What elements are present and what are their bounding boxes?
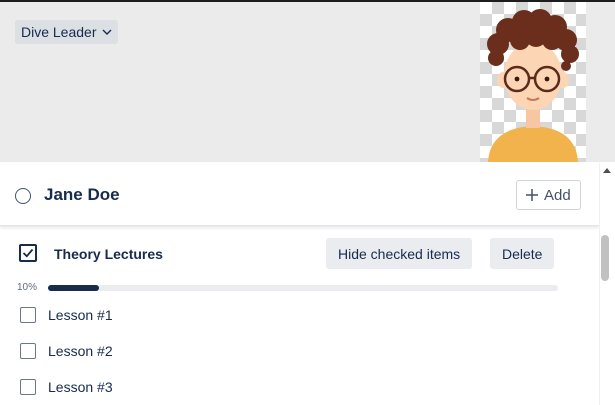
checklist-item[interactable]: Lesson #3 xyxy=(20,377,113,397)
cartoon-person-avatar-icon xyxy=(487,9,579,162)
plus-icon xyxy=(526,189,538,201)
item-label: Lesson #3 xyxy=(48,379,113,395)
chevron-down-icon xyxy=(102,29,111,35)
checklist: Theory Lectures Hide checked items Delet… xyxy=(0,227,599,405)
scrollbar-thumb[interactable] xyxy=(601,235,609,281)
item-checkbox[interactable] xyxy=(20,343,36,359)
checkmark-icon xyxy=(22,248,34,258)
avatar xyxy=(480,2,586,162)
add-button-label: Add xyxy=(544,186,571,204)
item-checkbox[interactable] xyxy=(20,379,36,395)
checklist-item[interactable]: Lesson #1 xyxy=(20,305,113,325)
scroll-up-arrow-icon[interactable] xyxy=(603,168,611,173)
role-dropdown-label: Dive Leader xyxy=(21,24,97,40)
progress-bar-fill xyxy=(48,285,99,291)
progress-percent: 10% xyxy=(17,282,38,293)
complete-radio[interactable] xyxy=(15,188,31,204)
item-label: Lesson #1 xyxy=(48,307,113,323)
item-label: Lesson #2 xyxy=(48,343,113,359)
role-dropdown[interactable]: Dive Leader xyxy=(15,20,118,44)
item-checkbox[interactable] xyxy=(20,307,36,323)
checklist-title: Theory Lectures xyxy=(54,246,163,262)
hide-checked-items-button[interactable]: Hide checked items xyxy=(326,238,473,269)
delete-checklist-button[interactable]: Delete xyxy=(490,238,555,269)
checklist-item[interactable]: Lesson #2 xyxy=(20,341,113,361)
card-title: Jane Doe xyxy=(44,185,120,204)
progress-bar xyxy=(48,285,558,291)
add-button[interactable]: Add xyxy=(516,180,581,210)
scrollbar[interactable] xyxy=(599,163,615,405)
member-card: Jane Doe Add xyxy=(0,163,599,226)
checklist-icon xyxy=(19,244,37,262)
